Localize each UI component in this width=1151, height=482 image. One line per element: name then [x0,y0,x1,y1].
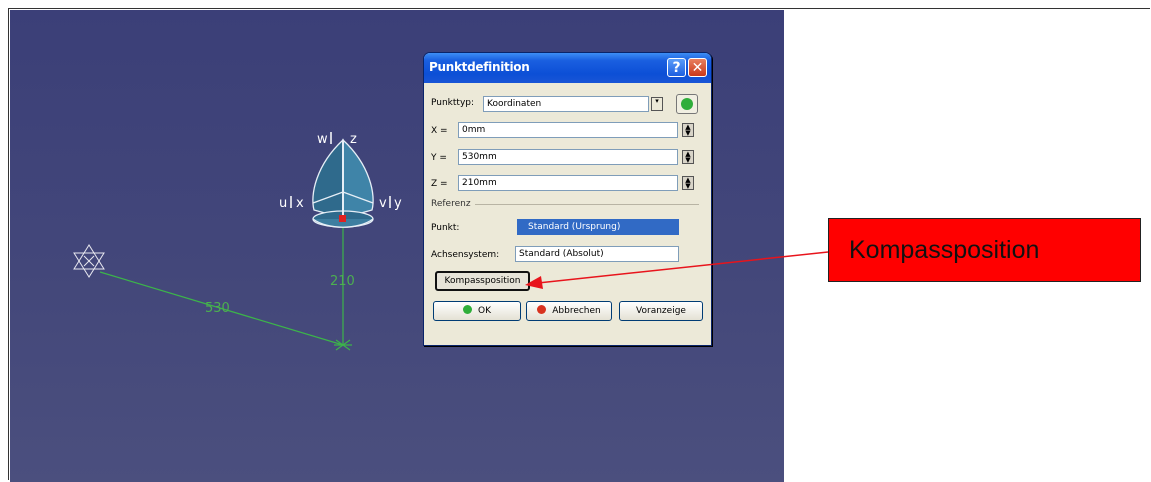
compass-position-callout: Kompassposition [828,218,1141,282]
callout-text: Kompassposition [849,236,1040,264]
